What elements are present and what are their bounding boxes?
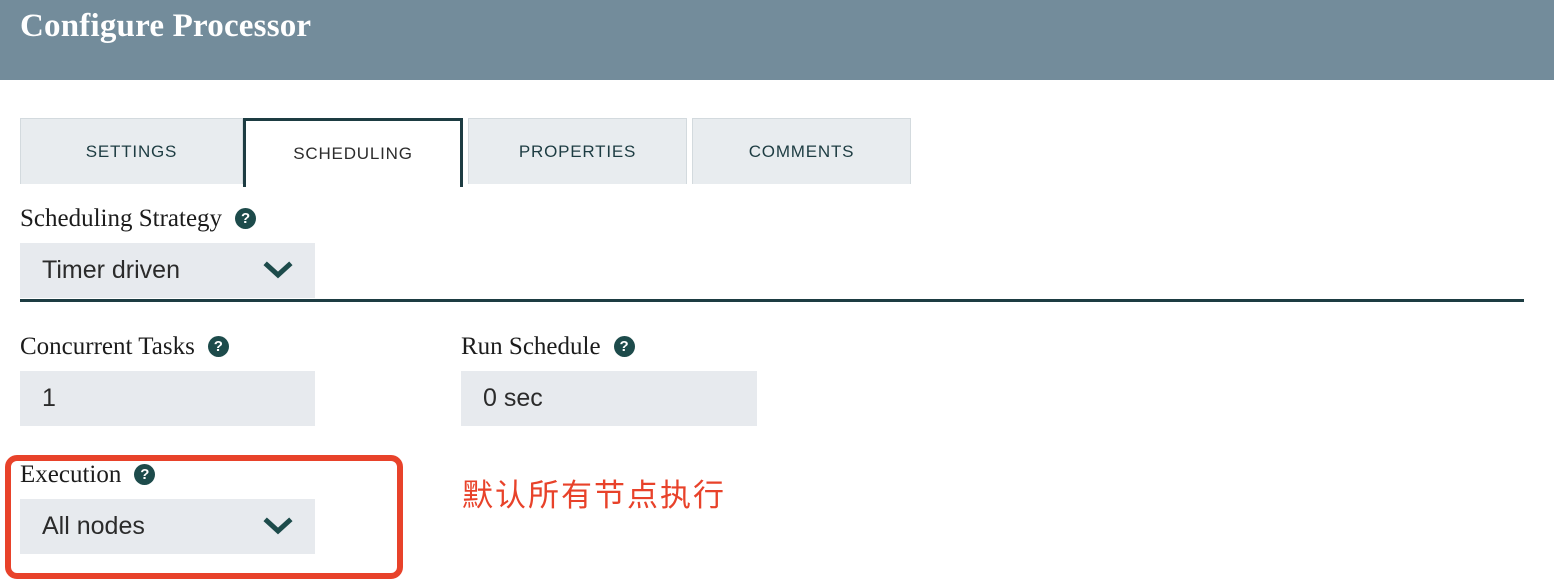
tab-scheduling[interactable]: SCHEDULING [243, 118, 463, 187]
chevron-down-icon [263, 516, 293, 537]
help-icon[interactable]: ? [235, 207, 257, 229]
run-schedule-label-text: Run Schedule [461, 332, 601, 360]
tab-scheduling-label: SCHEDULING [293, 144, 413, 163]
tab-settings-label: SETTINGS [85, 141, 178, 161]
tab-comments[interactable]: COMMENTS [692, 118, 911, 184]
execution-select[interactable]: All nodes [20, 499, 315, 554]
concurrent-tasks-label-text: Concurrent Tasks [20, 332, 195, 360]
tab-properties[interactable]: PROPERTIES [468, 118, 687, 184]
chevron-down-icon [263, 260, 293, 281]
execution-label: Execution ? [20, 460, 315, 488]
dialog-header: Configure Processor [0, 0, 1554, 80]
field-concurrent-tasks: Concurrent Tasks ? 1 [20, 332, 315, 426]
scheduling-strategy-select[interactable]: Timer driven [20, 243, 315, 298]
concurrent-tasks-label: Concurrent Tasks ? [20, 332, 315, 360]
tab-bar: SETTINGS SCHEDULING PROPERTIES COMMENTS [0, 118, 1554, 302]
execution-value: All nodes [42, 512, 145, 540]
scheduling-form: Scheduling Strategy ? Timer driven Concu… [0, 188, 1554, 586]
page-title: Configure Processor [20, 8, 312, 44]
execution-label-text: Execution [20, 460, 122, 488]
help-icon[interactable]: ? [134, 463, 156, 485]
field-scheduling-strategy: Scheduling Strategy ? Timer driven [20, 204, 315, 298]
run-schedule-input[interactable]: 0 sec [461, 371, 757, 426]
tab-comments-label: COMMENTS [748, 141, 855, 161]
field-execution: Execution ? All nodes [20, 460, 315, 554]
scheduling-strategy-label-text: Scheduling Strategy [20, 204, 223, 232]
help-icon[interactable]: ? [207, 335, 229, 357]
run-schedule-label: Run Schedule ? [461, 332, 757, 360]
concurrent-tasks-input[interactable]: 1 [20, 371, 315, 426]
tab-properties-label: PROPERTIES [518, 141, 637, 161]
annotation-note: 默认所有节点执行 [462, 478, 726, 514]
help-icon[interactable]: ? [613, 335, 635, 357]
field-run-schedule: Run Schedule ? 0 sec [461, 332, 757, 426]
run-schedule-value: 0 sec [483, 384, 543, 412]
scheduling-strategy-label: Scheduling Strategy ? [20, 204, 315, 232]
tab-settings[interactable]: SETTINGS [20, 118, 243, 184]
scheduling-strategy-value: Timer driven [42, 256, 180, 284]
concurrent-tasks-value: 1 [42, 384, 56, 412]
